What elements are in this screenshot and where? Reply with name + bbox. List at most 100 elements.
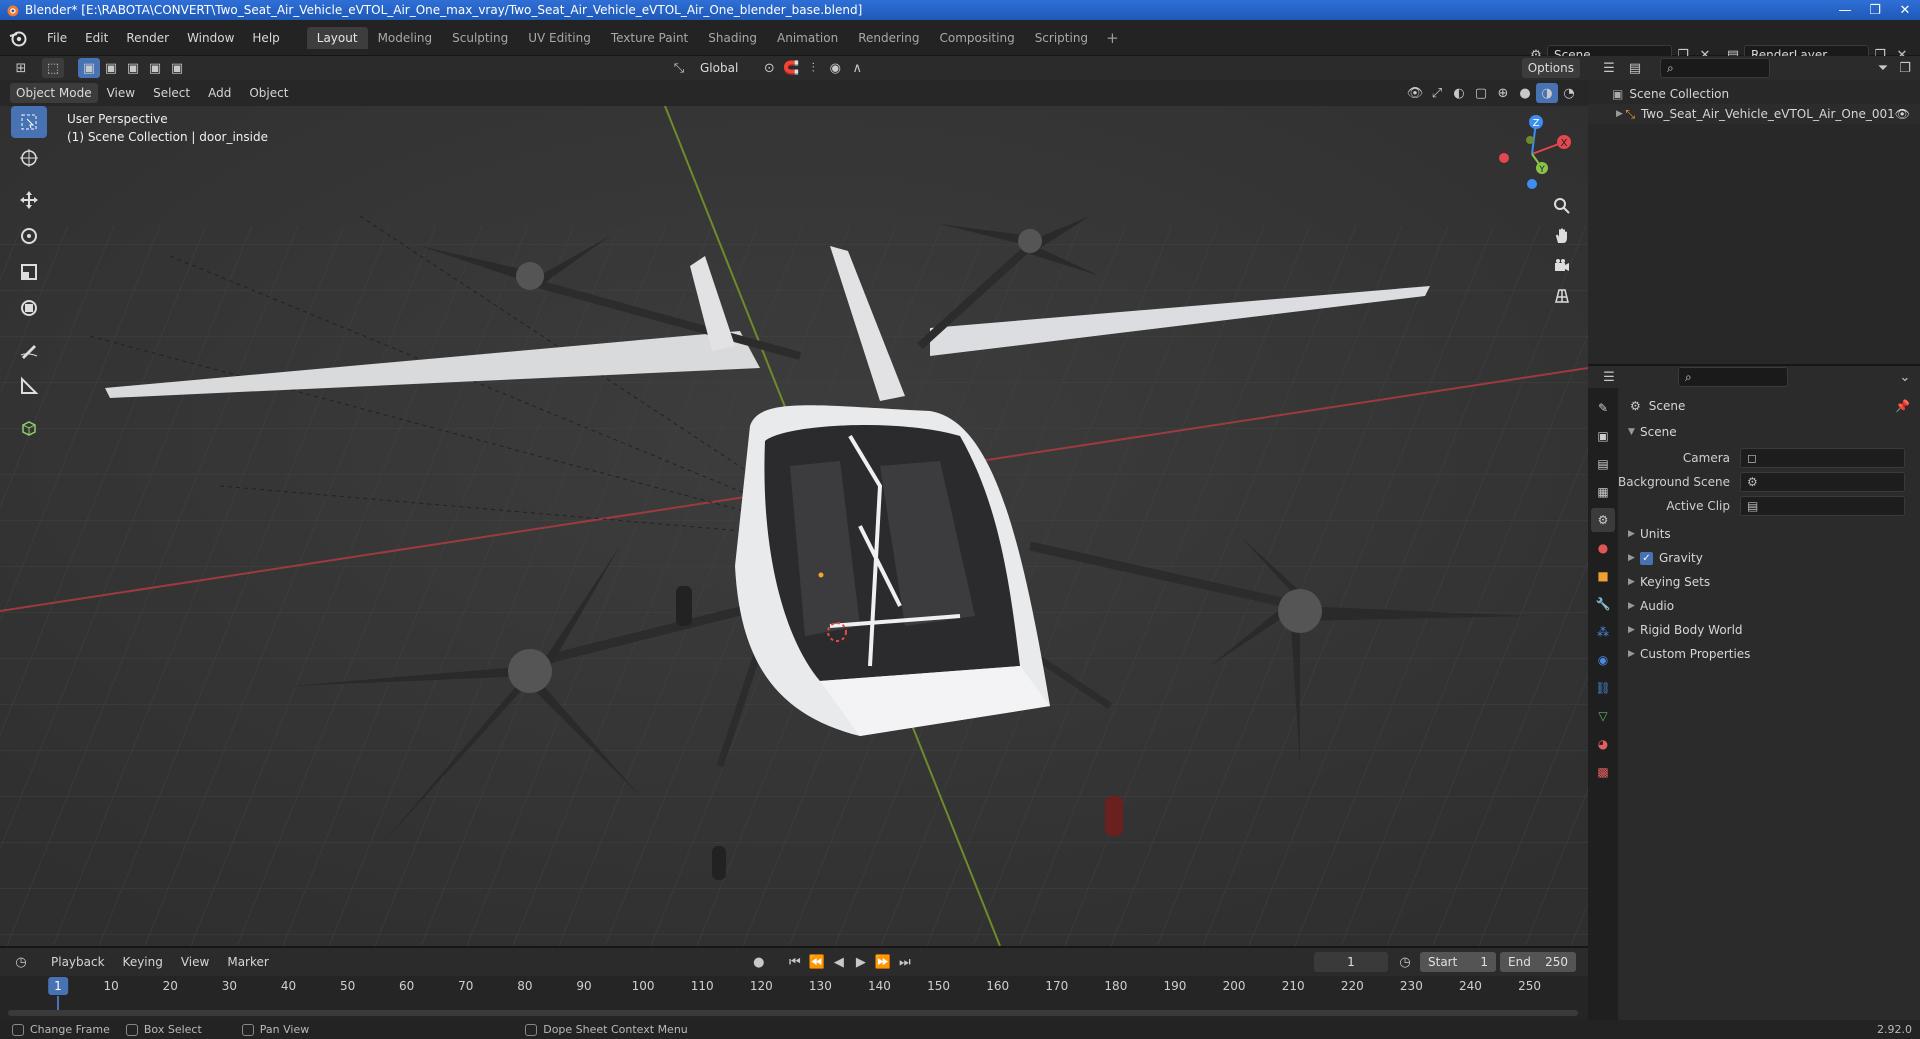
vp-menu-add[interactable]: Add — [199, 86, 240, 100]
tab-data-icon[interactable]: ▽ — [1591, 704, 1615, 728]
add-workspace-button[interactable]: + — [1098, 27, 1127, 49]
jump-keyframe-forward-icon[interactable]: ⏩ — [872, 952, 894, 972]
move-tool-icon[interactable] — [11, 184, 47, 216]
start-frame-field[interactable]: Start 1 — [1420, 952, 1496, 972]
xray-icon[interactable]: ▢ — [1470, 83, 1492, 103]
eye-visibility-icon[interactable]: 👁 — [1895, 107, 1910, 121]
maximize-button[interactable]: ❐ — [1860, 0, 1890, 20]
outliner-editor-type-icon[interactable]: ☰ — [1598, 58, 1620, 78]
select-mode-extend-icon[interactable]: ▣ — [100, 58, 122, 78]
tab-view-layer-icon[interactable]: ▦ — [1591, 480, 1615, 504]
properties-search-input[interactable]: ⌕ — [1678, 367, 1788, 387]
select-mode-new-icon[interactable]: ▣ — [78, 58, 100, 78]
new-collection-icon[interactable]: ❐ — [1894, 58, 1916, 78]
visibility-icon[interactable]: 👁 — [1404, 83, 1426, 103]
properties-options-icon[interactable]: ⌄ — [1894, 367, 1916, 387]
ortho-grid-icon[interactable] — [1548, 282, 1576, 310]
rigid-body-world-panel[interactable]: ▶ Rigid Body World — [1618, 618, 1920, 642]
display-mode-icon[interactable]: ▤ — [1624, 58, 1646, 78]
tab-texture-icon[interactable]: ▩ — [1591, 760, 1615, 784]
audio-panel[interactable]: ▶ Audio — [1618, 594, 1920, 618]
outliner-row-scene-collection[interactable]: ▣ Scene Collection — [1588, 84, 1920, 104]
tab-tool-icon[interactable]: ✎ — [1591, 396, 1615, 420]
scale-tool-icon[interactable] — [11, 256, 47, 288]
menu-edit[interactable]: Edit — [76, 31, 117, 45]
tab-constraints-icon[interactable]: ⛓ — [1591, 676, 1615, 700]
snap-icon[interactable]: 🧲 — [780, 58, 802, 78]
timeline-scrollbar[interactable] — [8, 1010, 1578, 1016]
vp-menu-select[interactable]: Select — [144, 86, 199, 100]
units-panel[interactable]: ▶ Units — [1618, 522, 1920, 546]
play-reverse-icon[interactable]: ◀ — [828, 952, 850, 972]
menu-help[interactable]: Help — [243, 31, 288, 45]
current-frame-indicator[interactable]: 1 — [48, 977, 68, 995]
options-dropdown[interactable]: Options — [1521, 58, 1580, 78]
mode-dropdown[interactable]: Object Mode — [10, 83, 98, 103]
jump-end-icon[interactable]: ⏭ — [894, 952, 916, 972]
shading-material-icon[interactable]: ◑ — [1536, 83, 1558, 103]
tab-animation[interactable]: Animation — [767, 27, 848, 49]
end-frame-field[interactable]: End 250 — [1500, 952, 1576, 972]
menu-render[interactable]: Render — [117, 31, 178, 45]
menu-file[interactable]: File — [38, 31, 76, 45]
keying-sets-panel[interactable]: ▶ Keying Sets — [1618, 570, 1920, 594]
timeline-menu-playback[interactable]: Playback — [42, 955, 114, 969]
timeline-menu-keying[interactable]: Keying — [114, 955, 172, 969]
tab-uv-editing[interactable]: UV Editing — [518, 27, 601, 49]
tab-modeling[interactable]: Modeling — [368, 27, 443, 49]
gravity-checkbox[interactable]: ✓ — [1640, 551, 1653, 565]
preview-range-icon[interactable]: ◷ — [1394, 952, 1416, 972]
tab-render-icon[interactable]: ▣ — [1591, 424, 1615, 448]
navigation-gizmo[interactable]: X Z Y — [1490, 112, 1574, 196]
tab-particles-icon[interactable]: ⁂ — [1591, 620, 1615, 644]
tab-material-icon[interactable]: ◕ — [1591, 732, 1615, 756]
record-icon[interactable]: ● — [748, 952, 770, 972]
transform-tool-icon[interactable] — [11, 292, 47, 324]
expand-arrow-icon[interactable]: ▶ — [1616, 109, 1625, 119]
tab-modifiers-icon[interactable]: 🔧 — [1591, 592, 1615, 616]
tab-rendering[interactable]: Rendering — [848, 27, 929, 49]
add-cube-tool-icon[interactable] — [11, 412, 47, 444]
gravity-panel[interactable]: ▶ ✓ Gravity — [1618, 546, 1920, 570]
cursor-tool-icon[interactable] — [11, 142, 47, 174]
gizmo-toggle-icon[interactable]: ⤢ — [1426, 83, 1448, 103]
timeline-ruler[interactable]: 1 10 20 30 40 50 60 70 80 90 100 110 120 130 140 150 160… — [0, 976, 1588, 996]
select-mode-subtract-icon[interactable]: ▣ — [122, 58, 144, 78]
play-icon[interactable]: ▶ — [850, 952, 872, 972]
select-mode-invert-icon[interactable]: ▣ — [144, 58, 166, 78]
active-clip-field[interactable]: ▤ — [1740, 496, 1905, 516]
measure-tool-icon[interactable] — [11, 370, 47, 402]
pin-icon[interactable]: 📌 — [1895, 399, 1910, 413]
tab-output-icon[interactable]: ▤ — [1591, 452, 1615, 476]
timeline-editor-type-icon[interactable]: ◷ — [10, 952, 32, 972]
3d-viewport[interactable]: User Perspective (1) Scene Collection | … — [0, 106, 1588, 946]
zoom-icon[interactable] — [1548, 192, 1576, 220]
close-button[interactable]: ✕ — [1890, 0, 1920, 20]
select-tool-icon[interactable]: ⬚ — [42, 58, 64, 78]
tab-compositing[interactable]: Compositing — [929, 27, 1024, 49]
outliner-search-input[interactable]: ⌕ — [1660, 58, 1770, 78]
timeline-menu-view[interactable]: View — [172, 955, 218, 969]
select-box-tool-icon[interactable] — [11, 106, 47, 138]
tab-physics-icon[interactable]: ◉ — [1591, 648, 1615, 672]
outliner-row-object[interactable]: ▶ ⤡ Two_Seat_Air_Vehicle_eVTOL_Air_One_0… — [1588, 104, 1920, 124]
shading-wireframe-icon[interactable]: ⊕ — [1492, 83, 1514, 103]
properties-editor-type-icon[interactable]: ☰ — [1598, 367, 1620, 387]
camera-field[interactable]: ◻ — [1740, 448, 1905, 468]
shading-solid-icon[interactable]: ● — [1514, 83, 1536, 103]
jump-start-icon[interactable]: ⏮ — [784, 952, 806, 972]
vp-menu-object[interactable]: Object — [240, 86, 297, 100]
tab-texture-paint[interactable]: Texture Paint — [601, 27, 698, 49]
camera-view-icon[interactable] — [1548, 252, 1576, 280]
tab-sculpting[interactable]: Sculpting — [442, 27, 518, 49]
editor-type-icon[interactable]: ⊞ — [10, 58, 32, 78]
shading-rendered-icon[interactable]: ◔ — [1558, 83, 1580, 103]
overlay-toggle-icon[interactable]: ◐ — [1448, 83, 1470, 103]
minimize-button[interactable]: — — [1830, 0, 1860, 20]
snap-target-icon[interactable]: ⫶ — [802, 58, 824, 78]
annotate-tool-icon[interactable] — [11, 334, 47, 366]
menu-window[interactable]: Window — [178, 31, 243, 45]
current-frame-field[interactable]: 1 — [1314, 952, 1388, 972]
select-mode-intersect-icon[interactable]: ▣ — [166, 58, 188, 78]
vp-menu-view[interactable]: View — [98, 86, 144, 100]
